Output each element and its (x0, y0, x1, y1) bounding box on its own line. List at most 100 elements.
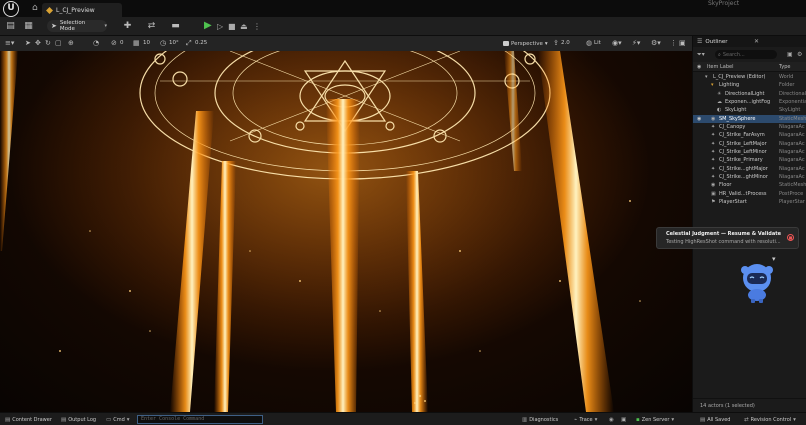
outliner-row-type: NiagaraAc (779, 149, 805, 156)
console-input[interactable] (141, 416, 259, 422)
scale-tool-icon[interactable]: ▢ (55, 38, 62, 49)
output-log-button[interactable]: ▤ Output Log (61, 413, 96, 425)
camera-speed-value[interactable]: 2.0 (561, 39, 570, 48)
outliner-row-label: DirectionalLight (725, 90, 765, 97)
chevron-down-icon: ▾ (104, 23, 107, 29)
diagnostics-button[interactable]: ▥ Diagnostics (522, 413, 558, 425)
perspective-dropdown[interactable]: Perspective ▾ (503, 38, 548, 49)
add-folder-icon[interactable]: ▣ (787, 51, 793, 58)
visibility-icon[interactable]: ◉ (697, 115, 701, 123)
scale-snap-icon[interactable]: ⤢ (186, 38, 192, 49)
selection-mode-dropdown[interactable]: ➤ Selection Mode ▾ (47, 20, 107, 32)
outliner-row-type: World (779, 74, 794, 80)
outliner-row[interactable]: ◉ ◉ SM_SkySphere StaticMesh (693, 114, 806, 124)
outliner-row-icon: ✦ (711, 174, 716, 181)
surface-snap-icon[interactable]: ◔ (93, 38, 99, 49)
cinematics-icon[interactable]: ▬ (170, 21, 181, 32)
outliner-row[interactable]: ☁ Exponen...ightFog Exponentia (693, 98, 806, 106)
filter-icon[interactable]: ⏷▾ (697, 51, 705, 59)
visibility-column-icon[interactable]: ◉ (697, 64, 701, 70)
outliner-row[interactable]: ▾ L_CJ_Preview (Editor) World (693, 73, 806, 81)
outliner-search[interactable]: ⌕ (715, 50, 777, 59)
assistant-mascot[interactable] (738, 262, 776, 304)
outliner-row-label: CJ_Strike...ghtMinor (719, 174, 768, 181)
all-saved-button[interactable]: ▤ All Saved (700, 413, 730, 425)
tab-level[interactable]: L_CJ_Preview (42, 3, 122, 17)
play-button[interactable]: ▶ (204, 20, 212, 32)
translate-snap-value[interactable]: 10 (143, 39, 150, 48)
cmd-dropdown[interactable]: ▭ Cmd ▾ (106, 413, 130, 425)
lit-mode-label[interactable]: Lit (594, 39, 601, 48)
translate-tool-icon[interactable]: ✥ (35, 38, 41, 49)
viewport-menu-icon[interactable]: ≡▾ (5, 38, 14, 49)
outliner-row[interactable]: ✦ CJ_Strike...ghtMinor NiagaraAc (693, 173, 806, 181)
more-options-icon[interactable]: ⋮ (670, 38, 677, 49)
search-input[interactable] (722, 51, 773, 58)
outliner-row[interactable]: ✦ CJ_Strike_LeftMinor NiagaraAc (693, 148, 806, 156)
outliner-row-icon: ☁ (717, 99, 722, 106)
grid-snap-icon[interactable]: ⊘ (111, 38, 117, 49)
close-icon[interactable]: ✕ (754, 38, 759, 45)
stop-icon[interactable]: ■ (787, 234, 794, 241)
settings-icon[interactable]: ⚙ (797, 51, 802, 58)
outliner-row[interactable]: ✦ CJ_Strike...ghtMajor NiagaraAc (693, 165, 806, 173)
world-space-icon[interactable]: ⊕ (68, 38, 74, 49)
camera-speed-icon[interactable]: ⇪ (553, 38, 559, 49)
record-icon[interactable]: ◉ (609, 413, 614, 425)
blueprint-icon[interactable]: ⇄ (146, 21, 157, 32)
zen-server-dropdown[interactable]: ▪ Zen Server ▾ (636, 413, 674, 425)
rotate-tool-icon[interactable]: ↻ (45, 38, 51, 49)
rotate-snap-icon[interactable]: ◷ (160, 38, 166, 49)
add-actor-icon[interactable]: ✚ (122, 21, 133, 32)
column-type[interactable]: Type (779, 64, 790, 70)
viewport-toolbar: ≡▾ ➤ ✥ ↻ ▢ ⊕ ◔ ⊘ 0 ▦ 10 ◷ 10° ⤢ 0.25 Per… (0, 36, 692, 51)
lit-mode-icon[interactable]: ◍ (586, 38, 592, 49)
outliner-tree: ▾ L_CJ_Preview (Editor) World ▾ Lighting Fold… (693, 73, 806, 207)
stop-icon[interactable]: ■ (228, 21, 236, 32)
rotate-snap-value[interactable]: 10° (169, 39, 179, 48)
outliner-row[interactable]: ✦ CJ_Strike_Primary NiagaraAc (693, 156, 806, 164)
realtime-icon[interactable]: ⚡▾ (632, 38, 640, 49)
outliner-row[interactable]: ✦ CJ_Canopy NiagaraAc (693, 123, 806, 131)
diagnostics-icon: ▥ (522, 416, 528, 423)
revision-control-dropdown[interactable]: ⇄ Revision Control ▾ (744, 413, 796, 425)
outliner-row[interactable]: ▣ HR_Valid...tProcess PostProce (693, 190, 806, 198)
eject-icon[interactable]: ⏏ (240, 21, 248, 32)
notification-toast[interactable]: Celestial Judgment — Resume & Validate T… (656, 227, 799, 249)
level-viewport[interactable] (0, 51, 692, 412)
scale-snap-value[interactable]: 0.25 (195, 39, 207, 48)
outliner-row[interactable]: ◐ SkyLight SkyLight (693, 106, 806, 114)
unreal-logo-icon[interactable]: U (3, 1, 19, 17)
chevron-down-icon: ▾ (126, 416, 130, 423)
select-tool-icon[interactable]: ➤ (25, 38, 31, 49)
outliner-row[interactable]: ✦ CJ_Strike_FarAsym NiagaraAc (693, 131, 806, 139)
search-icon: ⌕ (718, 51, 721, 58)
outliner-row[interactable]: ◉ Floor StaticMesh (693, 181, 806, 189)
content-browser-icon[interactable]: ▦ (23, 21, 34, 32)
home-icon[interactable]: ⌂ (32, 4, 38, 13)
save-icon: ▤ (700, 416, 706, 423)
outliner-row-label: Lighting (719, 82, 740, 89)
more-options-icon[interactable]: ⋮ (253, 21, 261, 32)
outliner-row[interactable]: ⚑ PlayerStart PlayerStar (693, 198, 806, 206)
translate-snap-icon[interactable]: ▦ (133, 38, 140, 49)
outliner-row[interactable]: ☀ DirectionalLight Directional (693, 90, 806, 98)
settings-icon[interactable]: ⚙▾ (651, 38, 661, 49)
chevron-down-icon: ▾ (594, 416, 598, 423)
show-flags-icon[interactable]: ◉▾ (612, 38, 622, 49)
save-icon[interactable]: ▤ (5, 21, 16, 32)
outliner-row-label: L_CJ_Preview (Editor) (713, 74, 766, 80)
outliner-row[interactable]: ✦ CJ_Strike_LeftMajor NiagaraAc (693, 140, 806, 148)
screenshot-icon[interactable]: ▣ (621, 413, 626, 425)
step-icon[interactable]: ▷ (217, 21, 223, 32)
outliner-row-label: HR_Valid...tProcess (719, 190, 767, 197)
console-command-box[interactable] (137, 415, 263, 424)
layout-icon[interactable]: ▣ (679, 38, 686, 49)
drawer-icon: ▤ (5, 416, 11, 423)
outliner-icon: ☰ (697, 38, 703, 45)
outliner-row-type: Directional (779, 90, 806, 97)
outliner-row[interactable]: ▾ Lighting Folder (693, 81, 806, 89)
trace-dropdown[interactable]: ⌁ Trace ▾ (574, 413, 597, 425)
content-drawer-button[interactable]: ▤ Content Drawer (5, 413, 52, 425)
column-item-label[interactable]: Item Label (707, 64, 733, 70)
